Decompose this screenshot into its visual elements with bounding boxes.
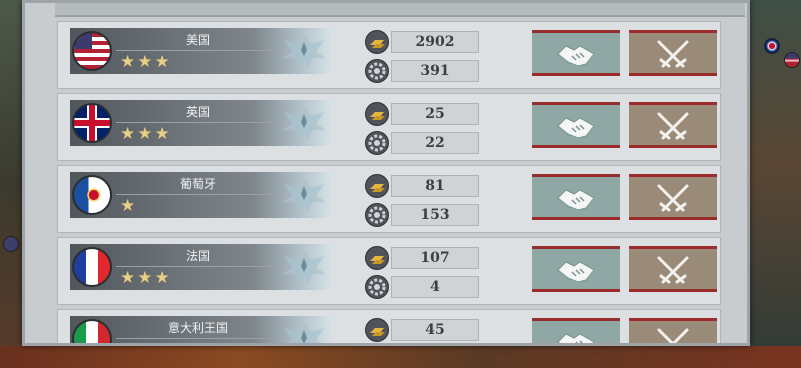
country-row: 法国 ★★★ 107 4 xyxy=(57,237,721,305)
diplomacy-panel: 美国 ★★★ 2902 391 英国 ★★★ 25 22 葡萄牙 ★ 81 15… xyxy=(22,0,750,346)
country-star-rating: ★★★ xyxy=(120,52,172,72)
gold-resource: 107 xyxy=(365,246,479,270)
map-background-bottom xyxy=(0,346,801,368)
crossed-swords-icon xyxy=(657,112,689,140)
banner-divider xyxy=(116,122,280,123)
gold-bars-icon xyxy=(365,30,389,54)
eagle-emblem-icon xyxy=(282,178,326,212)
country-name: 葡萄牙 xyxy=(179,177,216,191)
eagle-emblem-icon xyxy=(284,322,324,343)
gold-value: 45 xyxy=(391,319,479,341)
gold-resource: 2902 xyxy=(365,30,479,54)
uk-flag-icon xyxy=(72,103,112,143)
eagle-emblem-icon xyxy=(282,250,326,284)
map-background-left xyxy=(0,0,22,368)
declare-war-button[interactable] xyxy=(629,30,717,76)
peace-button[interactable] xyxy=(532,246,620,292)
gold-resource: 45 xyxy=(365,318,479,342)
gold-value: 107 xyxy=(391,247,479,269)
handshake-icon xyxy=(557,189,595,211)
map-usa-marker-icon[interactable] xyxy=(784,52,800,68)
country-row: 美国 ★★★ 2902 391 xyxy=(57,21,721,89)
industry-value: 153 xyxy=(391,204,479,226)
declare-war-button[interactable] xyxy=(629,174,717,220)
country-star-rating: ★★★ xyxy=(120,124,172,144)
country-row: 意大利王国 45 xyxy=(57,309,721,343)
portugal-flag-icon xyxy=(72,175,112,215)
country-banner: 英国 ★★★ xyxy=(70,100,332,146)
country-banner: 美国 ★★★ xyxy=(70,28,332,74)
france-flag-icon xyxy=(72,247,112,287)
gold-resource: 25 xyxy=(365,102,479,126)
country-banner: 意大利王国 xyxy=(70,316,332,343)
country-name: 意大利王国 xyxy=(167,321,228,335)
country-name: 美国 xyxy=(185,33,210,47)
handshake-icon xyxy=(557,261,595,283)
country-star-rating: ★★★ xyxy=(120,268,172,288)
peace-button[interactable] xyxy=(532,318,620,343)
gear-icon xyxy=(365,203,389,227)
map-unit-marker-icon[interactable] xyxy=(3,236,19,252)
peace-button[interactable] xyxy=(532,102,620,148)
industry-resource: 391 xyxy=(365,59,479,83)
country-row: 英国 ★★★ 25 22 xyxy=(57,93,721,161)
country-banner: 葡萄牙 ★ xyxy=(70,172,332,218)
industry-value: 22 xyxy=(391,132,479,154)
banner-divider xyxy=(116,266,280,267)
country-star-rating: ★ xyxy=(120,196,138,216)
handshake-icon xyxy=(557,333,595,343)
industry-resource: 153 xyxy=(365,203,479,227)
gold-bars-icon xyxy=(365,318,389,342)
gold-bars-icon xyxy=(365,174,389,198)
country-name: 英国 xyxy=(185,105,210,119)
industry-resource: 22 xyxy=(365,131,479,155)
gold-bars-icon xyxy=(365,102,389,126)
eagle-emblem-icon xyxy=(282,106,326,140)
declare-war-button[interactable] xyxy=(629,246,717,292)
gold-value: 2902 xyxy=(391,31,479,53)
industry-value: 4 xyxy=(391,276,479,298)
banner-divider xyxy=(116,50,280,51)
declare-war-button[interactable] xyxy=(629,318,717,343)
gear-icon xyxy=(365,275,389,299)
map-uk-marker-icon[interactable] xyxy=(764,38,780,54)
declare-war-button[interactable] xyxy=(629,102,717,148)
country-row: 葡萄牙 ★ 81 153 xyxy=(57,165,721,233)
banner-divider xyxy=(116,338,280,339)
gear-icon xyxy=(365,131,389,155)
industry-value: 391 xyxy=(391,60,479,82)
crossed-swords-icon xyxy=(657,328,689,343)
country-banner: 法国 ★★★ xyxy=(70,244,332,290)
peace-button[interactable] xyxy=(532,174,620,220)
gear-icon xyxy=(365,59,389,83)
italy-flag-icon xyxy=(72,319,112,343)
banner-divider xyxy=(116,194,280,195)
handshake-icon xyxy=(557,45,595,67)
gold-value: 81 xyxy=(391,175,479,197)
crossed-swords-icon xyxy=(657,256,689,284)
industry-resource: 4 xyxy=(365,275,479,299)
country-name: 法国 xyxy=(185,249,210,263)
eagle-emblem-icon xyxy=(282,34,326,68)
peace-button[interactable] xyxy=(532,30,620,76)
gold-value: 25 xyxy=(391,103,479,125)
crossed-swords-icon xyxy=(657,184,689,212)
gold-resource: 81 xyxy=(365,174,479,198)
usa-flag-icon xyxy=(72,31,112,71)
panel-header-bar xyxy=(55,3,745,17)
handshake-icon xyxy=(557,117,595,139)
gold-bars-icon xyxy=(365,246,389,270)
crossed-swords-icon xyxy=(657,40,689,68)
